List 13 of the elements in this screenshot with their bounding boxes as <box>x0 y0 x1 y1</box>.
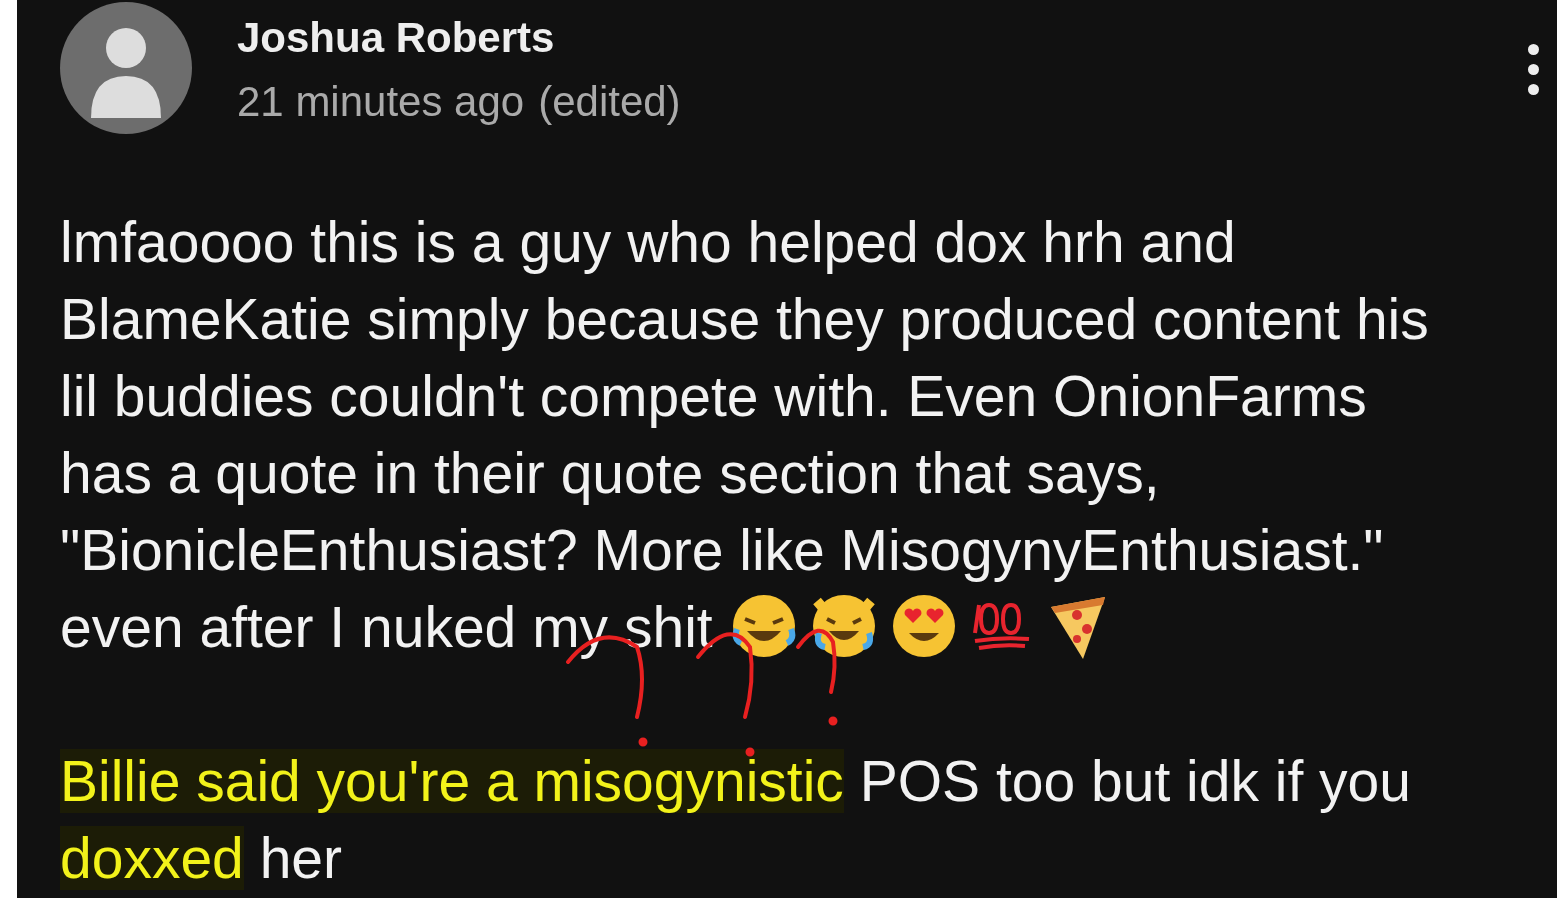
timestamp: 21 minutes ago <box>237 78 525 126</box>
comment-text-line: lmfaoooo this is a guy who helped dox hrh and <box>60 209 1237 276</box>
comment-text-line: BlameKatie simply because they produced content his <box>60 286 1430 353</box>
author-name[interactable]: Joshua Roberts <box>237 14 681 62</box>
comment-text: Billie said you're a misogynistic POS too but idk if you doxxed her <box>60 748 1412 892</box>
rolling-laughing-face-icon <box>730 592 797 659</box>
cat-laughing-face-icon <box>810 592 877 659</box>
comment-text-line: lil buddies couldn't compete with. Even OnionFarms <box>60 363 1368 430</box>
heart-eyes-face-icon <box>890 592 957 659</box>
edited-label: (edited) <box>538 78 681 126</box>
comment-text-line: "BionicleEnthusiast? More like MisogynyEnthusiast." <box>60 517 1385 584</box>
comment-text-line: has a quote in their quote section that says, <box>60 440 1161 507</box>
comment-text-line: even after I nuked my shit <box>60 594 713 661</box>
